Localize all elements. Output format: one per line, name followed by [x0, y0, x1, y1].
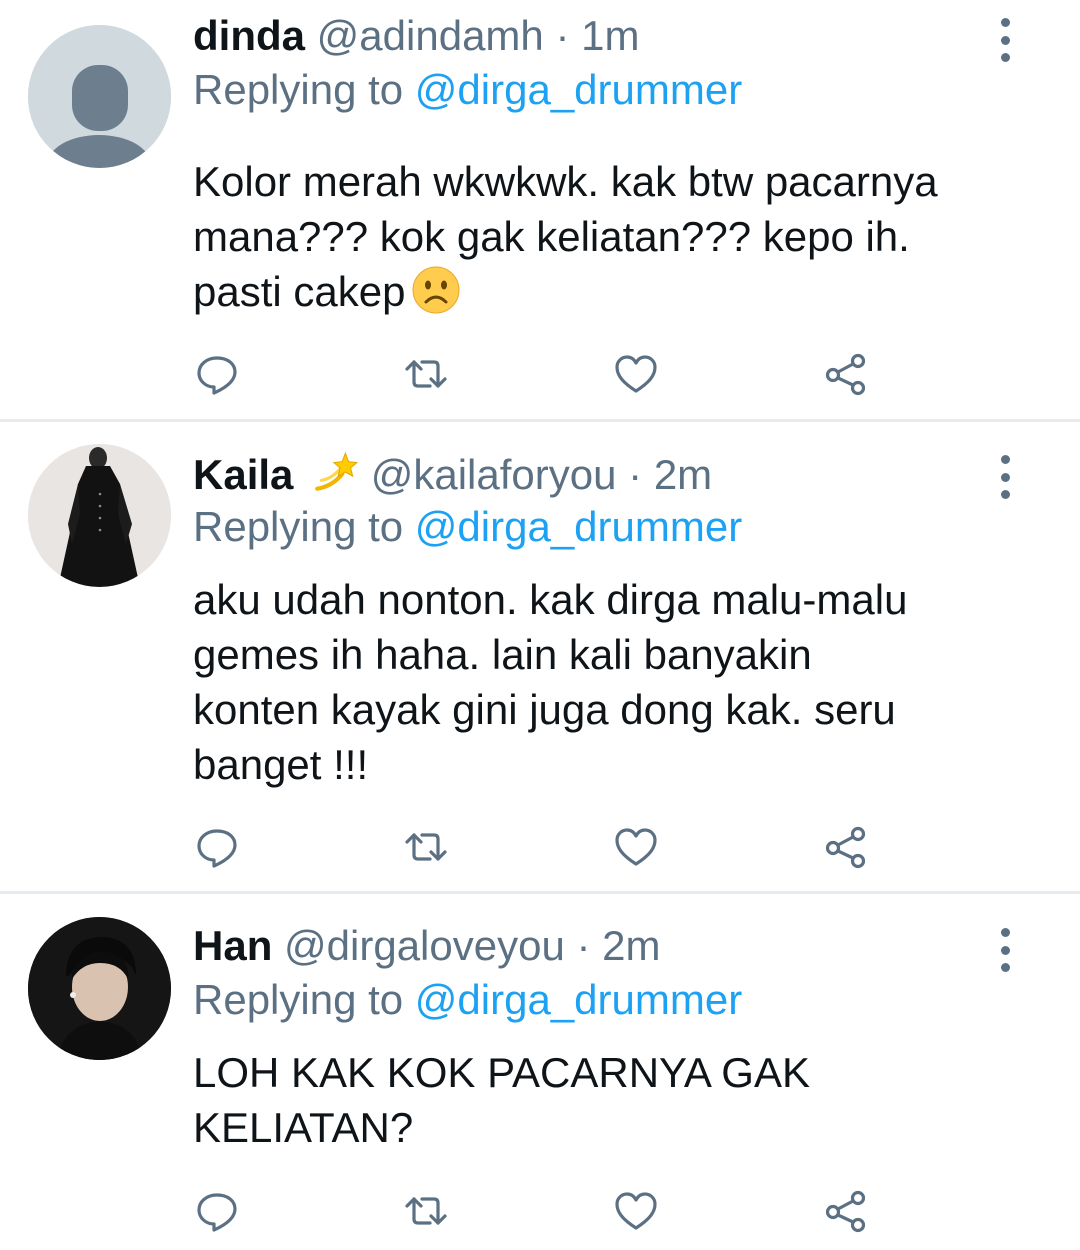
reply-tweet[interactable]: Han @dirgaloveyou · 2m Replying to @dirg… — [0, 910, 1080, 1250]
tweet-actions — [0, 350, 1080, 400]
text-line: banget !!! — [193, 741, 369, 788]
frowning-face-icon — [411, 265, 461, 315]
more-options-icon[interactable] — [990, 18, 1020, 62]
text-line: Kolor merah wkwkwk. kak btw pacarnya — [193, 158, 938, 205]
tweet-header: dinda @adindamh · 1m — [193, 10, 639, 62]
text-line: gemes ih haha. lain kali banyakin — [193, 631, 812, 678]
retweet-icon[interactable] — [402, 823, 450, 871]
user-handle[interactable]: @adindamh — [317, 12, 544, 59]
avatar[interactable] — [28, 444, 171, 587]
replying-to: Replying to @dirga_drummer — [193, 64, 742, 116]
reply-icon[interactable] — [193, 823, 241, 871]
replying-prefix: Replying to — [193, 976, 415, 1023]
display-name[interactable]: Han — [193, 922, 272, 969]
text-line: pasti cakep — [193, 264, 1053, 319]
text-line-content: pasti cakep — [193, 268, 406, 315]
avatar[interactable] — [28, 917, 171, 1060]
text-line: KELIATAN? — [193, 1104, 414, 1151]
tweet-header: Han @dirgaloveyou · 2m — [193, 920, 661, 972]
more-options-icon[interactable] — [990, 455, 1020, 499]
reply-tweet[interactable]: dinda @adindamh · 1m Replying to @dirga_… — [0, 0, 1080, 420]
avatar[interactable] — [28, 25, 171, 168]
default-avatar-icon — [28, 25, 171, 168]
tweet-text: Kolor merah wkwkwk. kak btw pacarnya man… — [193, 154, 1053, 319]
timestamp[interactable]: 2m — [654, 451, 712, 498]
reply-icon[interactable] — [193, 350, 241, 398]
replying-to: Replying to @dirga_drummer — [193, 501, 742, 553]
share-icon[interactable] — [822, 823, 870, 871]
like-icon[interactable] — [612, 1187, 660, 1235]
replies-feed: dinda @adindamh · 1m Replying to @dirga_… — [0, 0, 1080, 1250]
reply-tweet[interactable]: Kaila @kailaforyou · 2m Replying to @dir… — [0, 437, 1080, 892]
more-options-icon[interactable] — [990, 928, 1020, 972]
retweet-icon[interactable] — [402, 350, 450, 398]
reply-icon[interactable] — [193, 1187, 241, 1235]
text-line: mana??? kok gak keliatan??? kepo ih. — [193, 213, 910, 260]
timestamp[interactable]: 2m — [602, 922, 660, 969]
user-handle[interactable]: @kailaforyou — [371, 451, 617, 498]
tweet-header: Kaila @kailaforyou · 2m — [193, 447, 712, 501]
tweet-text: aku udah nonton. kak dirga malu-malu gem… — [193, 572, 1053, 792]
dizzy-icon — [311, 447, 359, 495]
display-name[interactable]: dinda — [193, 12, 305, 59]
divider — [0, 419, 1080, 422]
text-line: aku udah nonton. kak dirga malu-malu — [193, 576, 908, 623]
mention-link[interactable]: @dirga_drummer — [415, 66, 742, 113]
replying-to: Replying to @dirga_drummer — [193, 974, 742, 1026]
separator: · — [555, 12, 570, 59]
divider — [0, 891, 1080, 894]
tweet-text: LOH KAK KOK PACARNYA GAK KELIATAN? — [193, 1045, 1053, 1155]
separator: · — [628, 451, 643, 498]
display-name[interactable]: Kaila — [193, 451, 293, 498]
user-handle[interactable]: @dirgaloveyou — [284, 922, 565, 969]
tweet-actions — [0, 1187, 1080, 1237]
text-line: konten kayak gini juga dong kak. seru — [193, 686, 896, 733]
photo-avatar-icon — [28, 444, 171, 587]
separator: · — [576, 922, 591, 969]
text-line: LOH KAK KOK PACARNYA GAK — [193, 1049, 810, 1096]
mention-link[interactable]: @dirga_drummer — [415, 503, 742, 550]
tweet-actions — [0, 823, 1080, 873]
share-icon[interactable] — [822, 1187, 870, 1235]
mention-link[interactable]: @dirga_drummer — [415, 976, 742, 1023]
photo-avatar-icon — [28, 917, 171, 1060]
share-icon[interactable] — [822, 350, 870, 398]
like-icon[interactable] — [612, 823, 660, 871]
replying-prefix: Replying to — [193, 66, 415, 113]
retweet-icon[interactable] — [402, 1187, 450, 1235]
like-icon[interactable] — [612, 350, 660, 398]
replying-prefix: Replying to — [193, 503, 415, 550]
timestamp[interactable]: 1m — [581, 12, 639, 59]
